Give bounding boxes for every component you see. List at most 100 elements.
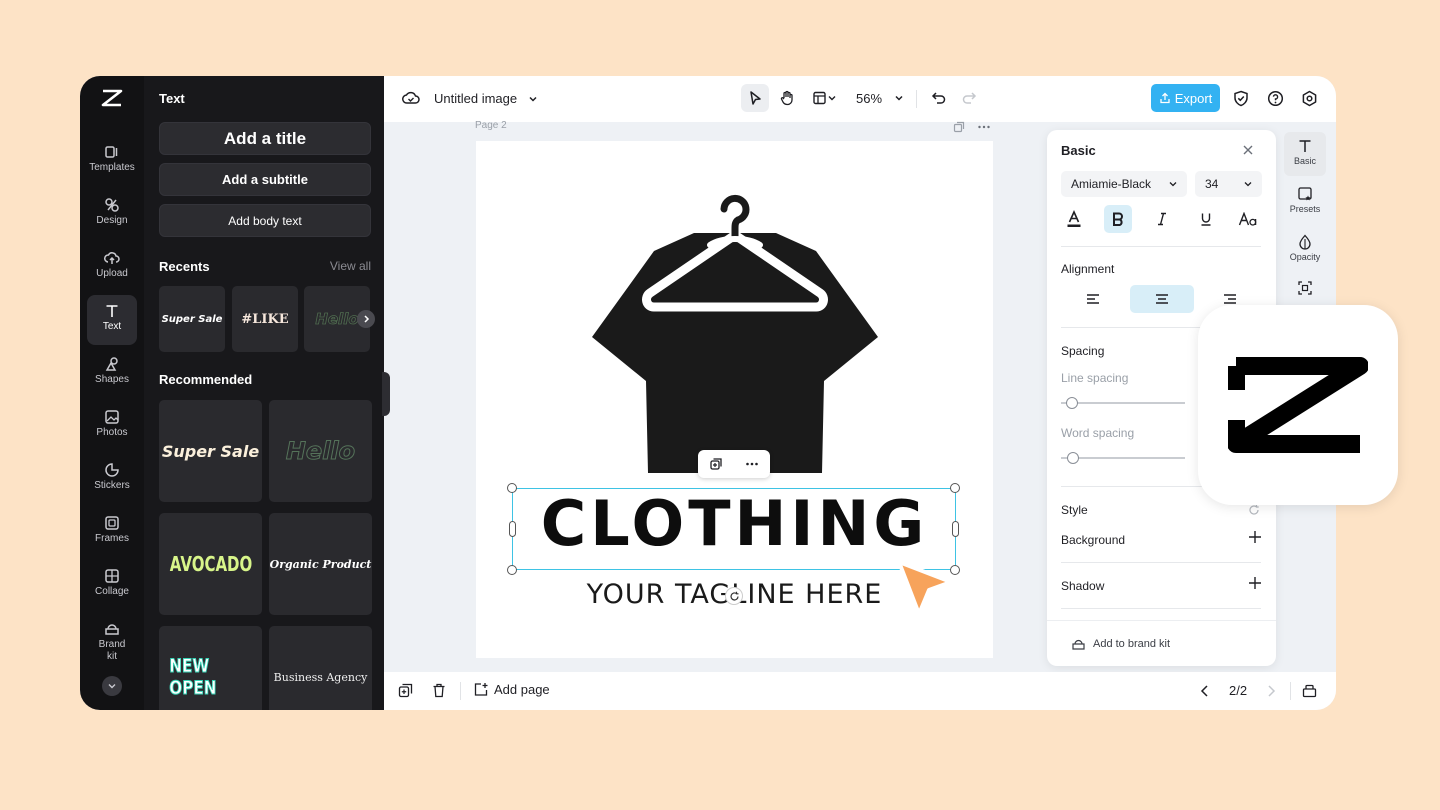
rail-item-collage[interactable]: Collage [87,560,137,610]
line-spacing-slider[interactable] [1061,402,1185,404]
text-color-button[interactable] [1060,205,1088,233]
reset-icon[interactable] [1248,504,1260,516]
recent-item[interactable]: Super Sale [159,286,225,352]
rotate-handle[interactable] [725,587,743,605]
line-spacing-thumb[interactable] [1066,397,1078,409]
duplicate-page-icon[interactable] [398,683,413,698]
recommended-item[interactable]: NEW OPEN [159,626,262,710]
add-to-brand-kit-button[interactable]: Add to brand kit [1047,620,1276,666]
italic-button[interactable] [1148,205,1176,233]
layout-tool-button[interactable] [807,84,843,112]
recent-item[interactable]: #LIKE [232,286,298,352]
recommended-item[interactable]: Organic Product [269,513,372,615]
resize-handle-top-left[interactable] [507,483,517,493]
rail-item-brand-kit[interactable]: Brand kit [87,613,137,669]
align-left-button[interactable] [1061,285,1125,313]
chevron-down-icon[interactable] [893,92,905,104]
align-center-button[interactable] [1130,285,1194,313]
add-subtitle-button[interactable]: Add a subtitle [159,163,371,196]
recommended-item-label: Hello [285,437,356,466]
resize-handle-top-right[interactable] [950,483,960,493]
right-rail: Basic Presets Opacity [1280,130,1330,310]
font-size-select[interactable]: 34 [1195,171,1262,197]
underline-button[interactable] [1192,205,1220,233]
shadow-label: Shadow [1061,579,1105,593]
rail-item-shapes[interactable]: Shapes [87,348,137,398]
recents-next-button[interactable] [357,310,375,328]
arrange-icon [1298,281,1312,295]
rail-item-upload[interactable]: Upload [87,242,137,292]
more-icon[interactable] [745,457,759,471]
page-indicator: 2/2 [1229,683,1248,698]
plus-icon [1249,531,1261,543]
line-spacing-label: Line spacing [1061,371,1129,385]
shield-icon[interactable] [1233,90,1249,107]
chevron-right-icon[interactable] [1265,684,1277,698]
resize-handle-left[interactable] [509,521,516,537]
left-rail: Templates Design Upload Text Shapes Phot… [80,76,144,710]
rr-item-presets[interactable]: Presets [1284,180,1326,224]
rr-item-basic[interactable]: Basic [1284,132,1326,176]
rail-item-photos[interactable]: Photos [87,401,137,451]
gear-icon[interactable] [1301,90,1318,107]
rail-label: Upload [96,268,128,279]
undo-button[interactable] [927,84,951,112]
duplicate-page-icon[interactable] [953,121,965,133]
add-title-button[interactable]: Add a title [159,122,371,155]
word-spacing-slider[interactable] [1061,457,1185,459]
zoom-level[interactable]: 56% [856,91,882,106]
view-all-link[interactable]: View all [330,259,371,273]
recommended-item[interactable]: Hello [269,400,372,502]
upload-icon [104,252,120,264]
rail-item-stickers[interactable]: Stickers [87,454,137,504]
recommended-item[interactable]: Business Agency [269,626,372,710]
redo-icon [962,92,977,104]
letter-case-icon [1238,212,1257,226]
section-divider [1061,562,1261,563]
recents-title: Recents [159,259,210,274]
hand-tool-button[interactable] [773,84,801,112]
resize-handle-bottom-left[interactable] [507,565,517,575]
add-page-button[interactable]: Add page [474,682,550,697]
add-background-button[interactable] [1248,528,1262,549]
font-family-select[interactable]: Amiamie-Black [1061,171,1187,197]
recommended-item[interactable]: Super Sale [159,400,262,502]
panel-collapse-handle[interactable] [382,372,390,416]
more-icon[interactable] [977,121,991,133]
trash-icon[interactable] [432,683,446,698]
rail-item-frames[interactable]: Frames [87,507,137,557]
rr-item-opacity[interactable]: Opacity [1284,228,1326,272]
add-shadow-button[interactable] [1248,574,1262,595]
add-body-text-button[interactable]: Add body text [159,204,371,237]
export-button[interactable]: Export [1151,84,1220,112]
resize-handle-right[interactable] [952,521,959,537]
brand-kit-icon [1072,639,1085,650]
selection-box[interactable] [512,488,956,570]
rail-label: Text [102,321,122,332]
opacity-icon [1299,234,1311,250]
duplicate-icon[interactable] [709,457,723,471]
chevron-down-icon[interactable] [527,93,539,105]
select-tool-button[interactable] [741,84,769,112]
add-page-label: Add page [494,682,550,697]
rail-item-text[interactable]: Text [87,295,137,345]
rail-more-button[interactable] [102,676,122,696]
chevron-right-icon [364,315,370,323]
rail-item-design[interactable]: Design [87,189,137,239]
pages-panel-icon[interactable] [1302,683,1317,698]
tshirt-hanger-graphic [592,194,878,473]
bold-button[interactable] [1104,205,1132,233]
spacing-label: Spacing [1061,344,1105,358]
case-button[interactable] [1234,205,1262,233]
rail-item-templates[interactable]: Templates [87,136,137,186]
text-panel: Text Add a title Add a subtitle Add body… [144,76,384,710]
redo-button[interactable] [957,84,981,112]
document-title[interactable]: Untitled image [434,91,517,106]
recommended-item[interactable]: AVOCADO [159,513,262,615]
help-icon[interactable] [1267,90,1284,107]
section-divider [1061,246,1261,247]
properties-title: Basic [1061,143,1096,158]
close-icon[interactable] [1242,144,1254,156]
chevron-left-icon[interactable] [1199,684,1211,698]
word-spacing-thumb[interactable] [1067,452,1079,464]
